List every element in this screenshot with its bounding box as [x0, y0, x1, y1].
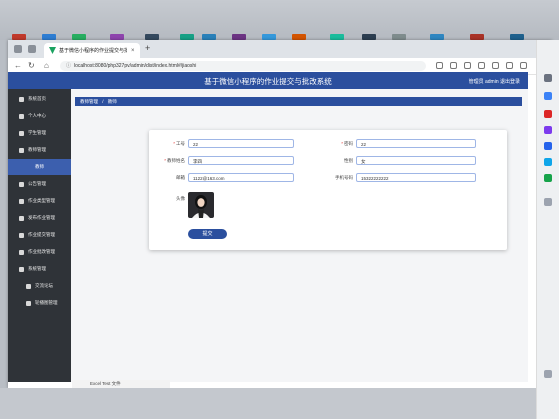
- browser-tab-active[interactable]: 基于微信小程序的作业提交与批改 ×: [44, 43, 140, 58]
- sidebar-item-grading[interactable]: 作业批改管理: [8, 244, 71, 260]
- new-tab-button[interactable]: +: [145, 43, 150, 53]
- browser-side-panel: [536, 40, 559, 419]
- field-label-id: *工号: [173, 141, 185, 146]
- outlook-icon[interactable]: [544, 158, 552, 166]
- teacher-form-card: *工号 22 *密码 22 *教师姓名 李四 性别 女 邮箱 1122@163.…: [149, 130, 507, 250]
- folder-icon: [19, 198, 24, 204]
- sidebar-item-home[interactable]: 系统首页: [8, 91, 71, 107]
- main-content: 教师管理 / 教师 *工号 22 *密码 22 *教师姓名 李四 性别 女 邮箱…: [71, 89, 528, 382]
- read-aloud-icon[interactable]: [436, 62, 443, 69]
- tab-actions-icon[interactable]: [28, 45, 36, 53]
- user-icon: [19, 113, 24, 119]
- sidebar-item-label: 公告管理: [28, 181, 46, 186]
- upload-icon: [19, 232, 24, 238]
- avatar-image[interactable]: [188, 192, 214, 218]
- settings-icon[interactable]: [544, 370, 552, 378]
- sidebar-item-label: 教师: [35, 164, 44, 169]
- search-icon[interactable]: [544, 74, 552, 82]
- sidebar-item-submissions[interactable]: 作业提交管理: [8, 227, 71, 243]
- image-icon: [26, 300, 31, 306]
- field-label-gender: 性别: [344, 158, 353, 163]
- sidebar-item-label: 系统管理: [28, 266, 46, 271]
- sidebar-item-carousel[interactable]: 轮播图管理: [8, 295, 71, 311]
- sidebar-item-profile[interactable]: 个人中心: [8, 108, 71, 124]
- home-icon: [19, 96, 24, 102]
- sidebar-item-label: 交流论坛: [35, 283, 53, 288]
- sidebar-item-label: 教师管理: [28, 147, 46, 152]
- menu-icon[interactable]: [520, 62, 527, 69]
- sidebar-item-label: 轮播图管理: [35, 300, 58, 305]
- drop-icon[interactable]: [544, 174, 552, 182]
- shopping-icon[interactable]: [544, 92, 552, 100]
- user-info[interactable]: 管理员 admin 退出登录: [469, 78, 520, 85]
- web-page: 基于微信小程序的作业提交与批改系统 管理员 admin 退出登录 系统首页 个人…: [8, 72, 528, 382]
- tab-title: 基于微信小程序的作业提交与批改: [59, 48, 127, 54]
- sidebar-item-label: 作业提交管理: [28, 232, 55, 237]
- office-icon[interactable]: [544, 142, 552, 150]
- field-label-name: *教师姓名: [164, 158, 185, 163]
- url-field[interactable]: ⓘ localhost:8080/php327pv/admin/dist/inde…: [60, 61, 426, 71]
- extensions-icon[interactable]: [492, 62, 499, 69]
- breadcrumb-root[interactable]: 教师管理: [80, 99, 98, 104]
- sidebar-item-label: 发布作业管理: [28, 215, 55, 220]
- sidebar-item-teachers[interactable]: 教师管理: [8, 142, 71, 158]
- gender-select[interactable]: 女: [356, 156, 476, 165]
- field-label-phone: 手机号码: [335, 175, 353, 180]
- breadcrumb-separator: /: [102, 99, 104, 104]
- add-icon[interactable]: [544, 198, 552, 206]
- password-input[interactable]: 22: [356, 139, 476, 148]
- app-header: 基于微信小程序的作业提交与批改系统 管理员 admin 退出登录: [8, 72, 528, 89]
- job-number-input[interactable]: 22: [188, 139, 294, 148]
- field-label-email: 邮箱: [176, 175, 185, 180]
- home-icon[interactable]: ⌂: [44, 61, 49, 70]
- email-input[interactable]: 1122@163.com: [188, 173, 294, 182]
- phone-input[interactable]: 15322222222: [356, 173, 476, 182]
- field-label-avatar: 头像: [176, 196, 185, 201]
- check-icon: [19, 249, 24, 255]
- app-title: 基于微信小程序的作业提交与批改系统: [204, 77, 332, 86]
- forum-icon: [26, 283, 31, 289]
- tab-strip: 基于微信小程序的作业提交与批改 × +: [8, 40, 552, 58]
- games-icon[interactable]: [544, 126, 552, 134]
- sidebar-item-label: 系统首页: [28, 96, 46, 101]
- favorites-icon[interactable]: [450, 62, 457, 69]
- desktop-bottom: [0, 388, 536, 419]
- field-label-password: *密码: [341, 141, 353, 146]
- back-icon[interactable]: ←: [14, 61, 22, 70]
- refresh-icon[interactable]: ↻: [28, 61, 35, 70]
- list-icon: [26, 165, 31, 170]
- sidebar: 系统首页 个人中心 学生管理 教师管理 教师 公告管理 作业类型管理 发布作业管…: [8, 89, 71, 382]
- publish-icon: [19, 215, 24, 221]
- tab-close-icon[interactable]: ×: [131, 48, 135, 54]
- sidebar-item-teacher[interactable]: 教师: [8, 159, 71, 175]
- collections-icon[interactable]: [478, 62, 485, 69]
- info-icon: ⓘ: [66, 63, 72, 69]
- sidebar-item-label: 学生管理: [28, 130, 46, 135]
- vue-favicon-icon: [49, 47, 56, 54]
- sidebar-item-homework-types[interactable]: 作业类型管理: [8, 193, 71, 209]
- gear-icon: [19, 266, 24, 272]
- teacher-name-input[interactable]: 李四: [188, 156, 294, 165]
- teacher-icon: [19, 147, 24, 153]
- download-item[interactable]: Excel Test 文件: [72, 380, 170, 388]
- sidebar-item-label: 作业类型管理: [28, 198, 55, 203]
- tools-icon[interactable]: [544, 110, 552, 118]
- workspaces-icon[interactable]: [14, 45, 22, 53]
- users-icon: [19, 130, 24, 136]
- url-text: localhost:8080/php327pv/admin/dist/index…: [74, 63, 197, 69]
- notice-icon: [19, 181, 24, 187]
- sidebar-item-notices[interactable]: 公告管理: [8, 176, 71, 192]
- sidebar-item-students[interactable]: 学生管理: [8, 125, 71, 141]
- sidebar-item-forum[interactable]: 交流论坛: [8, 278, 71, 294]
- split-screen-icon[interactable]: [464, 62, 471, 69]
- sidebar-item-publish-homework[interactable]: 发布作业管理: [8, 210, 71, 226]
- profile-icon[interactable]: [506, 62, 513, 69]
- breadcrumb: 教师管理 / 教师: [75, 97, 522, 106]
- sidebar-item-label: 作业批改管理: [28, 249, 55, 254]
- sidebar-item-label: 个人中心: [28, 113, 46, 118]
- submit-button[interactable]: 提交: [188, 229, 227, 239]
- sidebar-item-system[interactable]: 系统管理: [8, 261, 71, 277]
- breadcrumb-current: 教师: [107, 99, 117, 104]
